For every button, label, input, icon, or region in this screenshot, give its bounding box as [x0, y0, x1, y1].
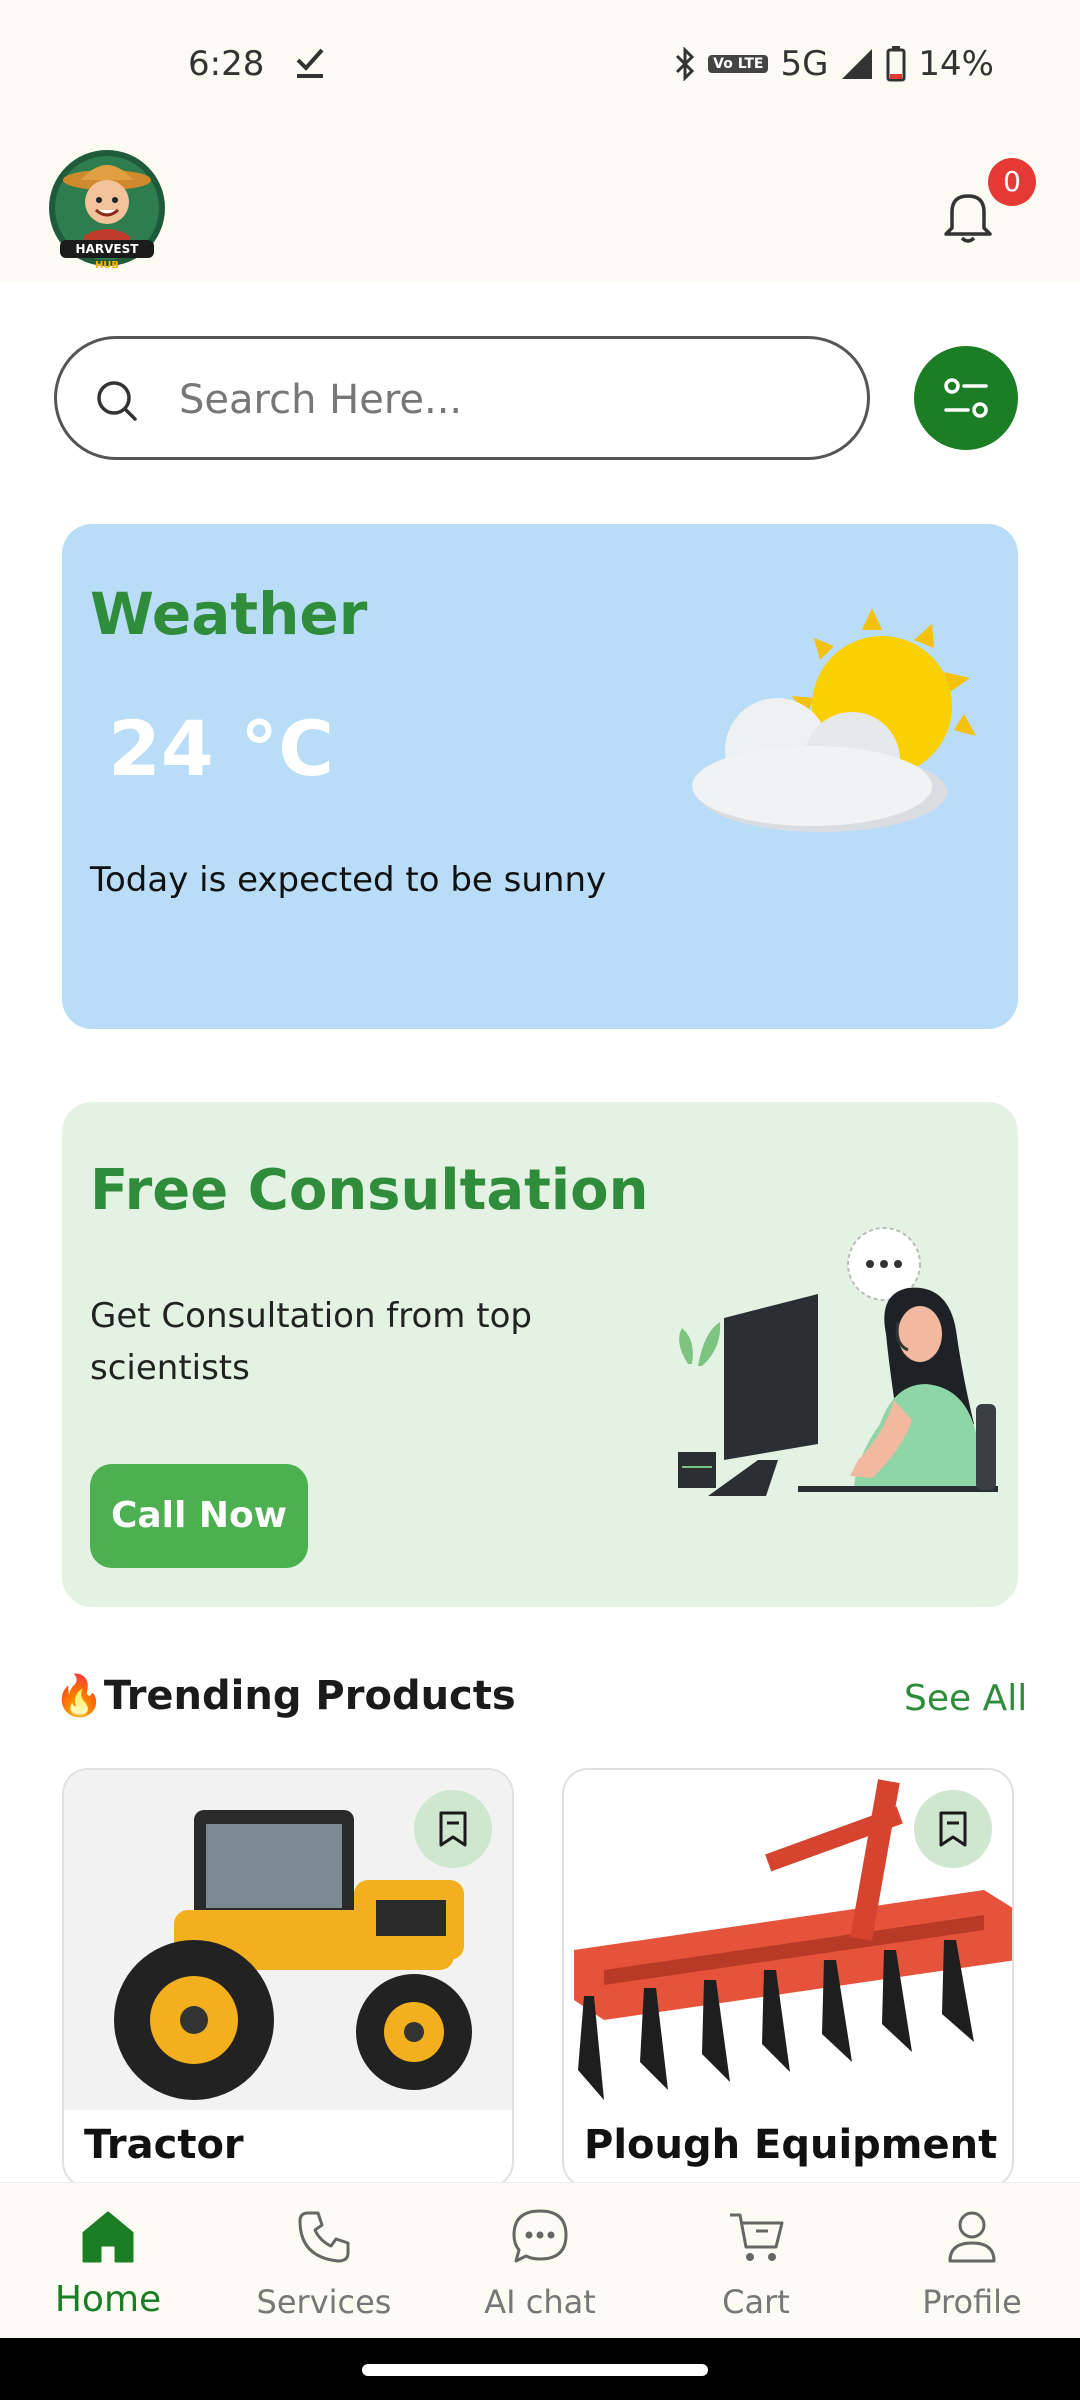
- network-label: 5G: [780, 44, 829, 84]
- fire-icon: 🔥: [54, 1673, 104, 1719]
- nav-label: AI chat: [484, 2283, 596, 2321]
- see-all-link[interactable]: See All: [904, 1678, 1027, 1719]
- notification-badge: 0: [988, 158, 1036, 206]
- weather-description: Today is expected to be sunny: [90, 860, 607, 900]
- nav-label: Profile: [922, 2283, 1022, 2321]
- home-gesture-handle[interactable]: [362, 2364, 708, 2376]
- signal-icon: [842, 49, 873, 79]
- trending-title-text: Trending Products: [103, 1673, 516, 1719]
- battery-icon: [886, 46, 906, 82]
- nav-label: Services: [256, 2283, 392, 2321]
- home-icon: [82, 2211, 134, 2263]
- nav-ai-chat[interactable]: AI chat: [432, 2183, 648, 2338]
- search-bar[interactable]: [54, 336, 870, 460]
- system-gesture-bar: [0, 2338, 1080, 2400]
- filter-sliders-icon: [944, 378, 988, 418]
- status-time: 6:28: [188, 44, 265, 84]
- support-agent-illustration: [678, 1227, 998, 1496]
- app-header: HARVEST HUB 0: [0, 136, 1080, 282]
- nav-profile[interactable]: Profile: [864, 2183, 1080, 2338]
- product-name: Plough Equipment: [584, 2122, 998, 2168]
- consultation-card: Free Consultation Get Consultation from …: [62, 1102, 1018, 1607]
- chat-bubble-icon: [512, 2209, 568, 2263]
- cart-icon: [730, 2213, 784, 2261]
- bookmark-button[interactable]: [914, 1790, 992, 1868]
- notification-bell-icon[interactable]: [940, 186, 996, 246]
- bookmark-icon: [439, 1811, 467, 1847]
- nav-home[interactable]: Home: [0, 2183, 216, 2338]
- product-card-tractor[interactable]: Tractor: [62, 1768, 514, 2188]
- bookmark-icon: [939, 1811, 967, 1847]
- bluetooth-icon: [676, 47, 695, 81]
- weather-temperature: 24 °C: [108, 704, 334, 793]
- weather-card[interactable]: Weather 24 °C Today is expected to be su…: [62, 524, 1018, 1029]
- search-input[interactable]: [179, 365, 819, 435]
- weather-title: Weather: [90, 580, 368, 648]
- profile-icon: [948, 2211, 996, 2263]
- volte-icon: Vo LTE: [708, 55, 769, 73]
- svg-text:HUB: HUB: [95, 260, 119, 271]
- harvest-hub-logo[interactable]: HARVEST HUB: [46, 144, 168, 274]
- status-bar: 6:28 Vo LTE 5G 14%: [0, 0, 1080, 136]
- phone-icon: [298, 2211, 350, 2263]
- product-name: Tractor: [84, 2122, 244, 2168]
- call-now-button[interactable]: Call Now: [90, 1464, 308, 1568]
- nav-label: Cart: [722, 2283, 790, 2321]
- filter-button[interactable]: [914, 346, 1018, 450]
- download-done-icon: [296, 48, 324, 78]
- trending-title: 🔥Trending Products: [54, 1672, 516, 1719]
- consultation-description: Get Consultation from top scientists: [90, 1296, 532, 1388]
- svg-text:HARVEST: HARVEST: [76, 242, 140, 256]
- search-icon: [97, 381, 137, 421]
- nav-cart[interactable]: Cart: [648, 2183, 864, 2338]
- nav-services[interactable]: Services: [216, 2183, 432, 2338]
- sun-cloud-icon: [692, 608, 976, 832]
- battery-level: 14%: [918, 44, 994, 84]
- consultation-title: Free Consultation: [90, 1158, 649, 1223]
- bottom-navigation: Home Services AI chat Cart Profile: [0, 2182, 1080, 2338]
- product-card-plough[interactable]: Plough Equipment: [562, 1768, 1014, 2188]
- nav-label: Home: [54, 2279, 162, 2320]
- status-icons: Vo LTE 5G 14%: [674, 44, 994, 84]
- bookmark-button[interactable]: [414, 1790, 492, 1868]
